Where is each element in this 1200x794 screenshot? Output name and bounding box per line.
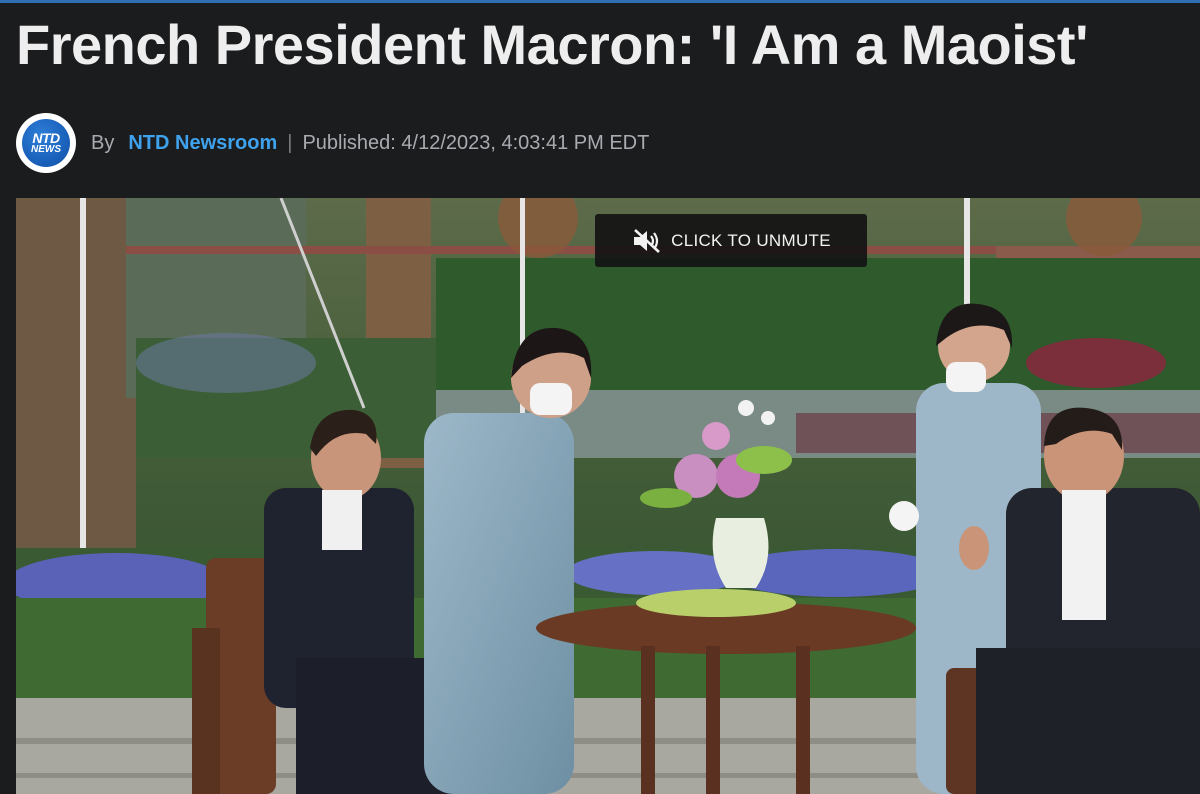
video-player[interactable]: CLICK TO UNMUTE [16, 198, 1200, 794]
by-label: By [91, 131, 115, 154]
unmute-label: CLICK TO UNMUTE [671, 230, 831, 250]
byline-separator: | [287, 131, 293, 154]
video-frame [16, 198, 1200, 794]
logo-text-top: NTD [32, 130, 60, 146]
ntd-news-logo-badge: NTD NEWS [22, 119, 70, 167]
article-page: French President Macron: 'I Am a Maoist'… [0, 0, 1200, 794]
author-link[interactable]: NTD Newsroom [128, 132, 277, 155]
click-to-unmute-button[interactable]: CLICK TO UNMUTE [595, 214, 867, 267]
published-date: Published: 4/12/2023, 4:03:41 PM EDT [302, 131, 650, 154]
top-accent-rule [0, 0, 1200, 3]
logo-text-bottom: NEWS [31, 144, 61, 155]
ntd-news-logo[interactable]: NTD NEWS [16, 113, 76, 173]
byline: NTD NEWS By NTD Newsroom | Published: 4/… [16, 113, 649, 173]
article-title: French President Macron: 'I Am a Maoist' [16, 13, 1088, 76]
speaker-muted-icon [631, 228, 663, 254]
